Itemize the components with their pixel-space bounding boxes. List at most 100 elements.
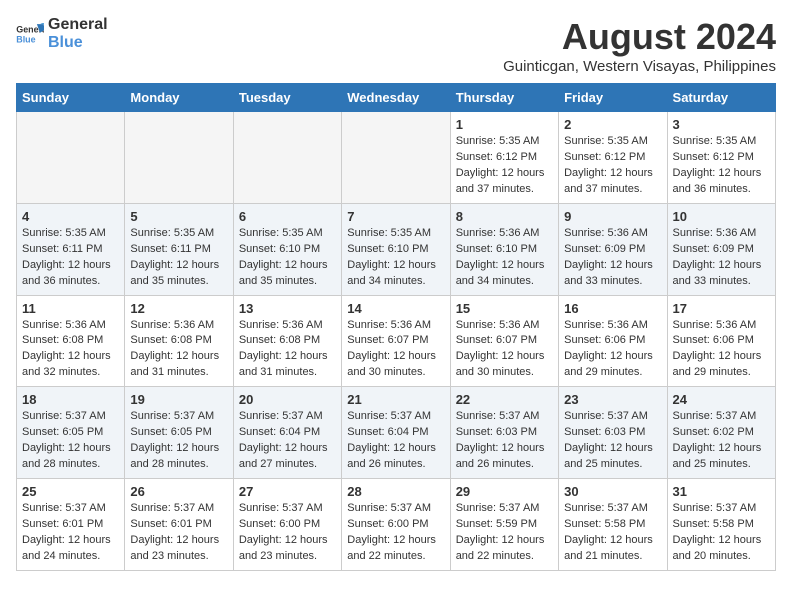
day-info: Sunrise: 5:35 AMSunset: 6:12 PMDaylight:…: [456, 134, 553, 198]
logo-blue-text: Blue: [48, 34, 108, 52]
daylight-label: Daylight: 12 hours: [239, 258, 336, 274]
daylight-minutes: and 28 minutes.: [130, 457, 227, 473]
calendar-cell: 31Sunrise: 5:37 AMSunset: 5:58 PMDayligh…: [667, 479, 775, 571]
calendar-table: SundayMondayTuesdayWednesdayThursdayFrid…: [16, 83, 776, 571]
day-info: Sunrise: 5:35 AMSunset: 6:11 PMDaylight:…: [22, 226, 119, 290]
day-info: Sunrise: 5:36 AMSunset: 6:07 PMDaylight:…: [456, 318, 553, 382]
sunrise-info: Sunrise: 5:37 AM: [347, 409, 444, 425]
daylight-label: Daylight: 12 hours: [130, 533, 227, 549]
week-row-5: 25Sunrise: 5:37 AMSunset: 6:01 PMDayligh…: [17, 479, 776, 571]
sunset-info: Sunset: 6:07 PM: [456, 333, 553, 349]
day-info: Sunrise: 5:35 AMSunset: 6:12 PMDaylight:…: [673, 134, 770, 198]
calendar-cell: [17, 112, 125, 204]
sunset-info: Sunset: 6:03 PM: [564, 425, 661, 441]
day-number: 27: [239, 484, 336, 499]
calendar-cell: 20Sunrise: 5:37 AMSunset: 6:04 PMDayligh…: [233, 387, 341, 479]
day-info: Sunrise: 5:37 AMSunset: 5:58 PMDaylight:…: [673, 501, 770, 565]
day-number: 4: [22, 209, 119, 224]
sunrise-info: Sunrise: 5:36 AM: [347, 318, 444, 334]
sunrise-info: Sunrise: 5:35 AM: [564, 134, 661, 150]
daylight-label: Daylight: 12 hours: [239, 441, 336, 457]
daylight-minutes: and 23 minutes.: [239, 549, 336, 565]
week-row-1: 1Sunrise: 5:35 AMSunset: 6:12 PMDaylight…: [17, 112, 776, 204]
sunset-info: Sunset: 6:08 PM: [239, 333, 336, 349]
calendar-cell: 3Sunrise: 5:35 AMSunset: 6:12 PMDaylight…: [667, 112, 775, 204]
day-info: Sunrise: 5:37 AMSunset: 5:58 PMDaylight:…: [564, 501, 661, 565]
calendar-cell: 5Sunrise: 5:35 AMSunset: 6:11 PMDaylight…: [125, 203, 233, 295]
logo: General Blue General Blue: [16, 16, 108, 51]
header-monday: Monday: [125, 84, 233, 112]
sunset-info: Sunset: 6:08 PM: [130, 333, 227, 349]
day-number: 28: [347, 484, 444, 499]
day-number: 19: [130, 392, 227, 407]
daylight-minutes: and 21 minutes.: [564, 549, 661, 565]
day-info: Sunrise: 5:35 AMSunset: 6:10 PMDaylight:…: [347, 226, 444, 290]
title-block: August 2024 Guinticgan, Western Visayas,…: [503, 16, 776, 75]
daylight-minutes: and 24 minutes.: [22, 549, 119, 565]
day-number: 25: [22, 484, 119, 499]
sunset-info: Sunset: 6:04 PM: [239, 425, 336, 441]
day-info: Sunrise: 5:35 AMSunset: 6:11 PMDaylight:…: [130, 226, 227, 290]
sunset-info: Sunset: 6:01 PM: [22, 517, 119, 533]
sunrise-info: Sunrise: 5:36 AM: [673, 318, 770, 334]
sunrise-info: Sunrise: 5:36 AM: [130, 318, 227, 334]
calendar-cell: 14Sunrise: 5:36 AMSunset: 6:07 PMDayligh…: [342, 295, 450, 387]
calendar-cell: 21Sunrise: 5:37 AMSunset: 6:04 PMDayligh…: [342, 387, 450, 479]
sunset-info: Sunset: 5:59 PM: [456, 517, 553, 533]
day-number: 18: [22, 392, 119, 407]
day-number: 22: [456, 392, 553, 407]
calendar-cell: 19 Sunrise: 5:37 AMSunset: 6:05 PMDayligh…: [125, 387, 233, 479]
logo-general-text: General: [48, 16, 108, 34]
daylight-minutes: and 33 minutes.: [673, 274, 770, 290]
sunset-info: Sunset: 6:00 PM: [239, 517, 336, 533]
daylight-minutes: and 28 minutes.: [22, 457, 119, 473]
sunrise-info: Sunrise: 5:37 AM: [239, 501, 336, 517]
sunset-info: Sunset: 6:09 PM: [673, 242, 770, 258]
sunrise-info: Sunrise: 5:35 AM: [239, 226, 336, 242]
page-header: General Blue General Blue August 2024 Gu…: [16, 16, 776, 75]
daylight-label: Daylight: 12 hours: [347, 441, 444, 457]
daylight-minutes: and 29 minutes.: [673, 365, 770, 381]
daylight-label: Daylight: 12 hours: [564, 533, 661, 549]
daylight-minutes: and 33 minutes.: [564, 274, 661, 290]
day-number: 17: [673, 301, 770, 316]
sunset-info: Sunset: 6:05 PM: [130, 425, 227, 441]
day-number: 13: [239, 301, 336, 316]
daylight-label: Daylight: 12 hours: [22, 441, 119, 457]
sunrise-info: Sunrise: 5:37 AM: [456, 409, 553, 425]
daylight-minutes: and 31 minutes.: [239, 365, 336, 381]
calendar-cell: [125, 112, 233, 204]
daylight-label: Daylight: 12 hours: [130, 349, 227, 365]
day-info: Sunrise: 5:37 AMSunset: 6:02 PMDaylight:…: [673, 409, 770, 473]
day-info: Sunrise: 5:37 AMSunset: 6:01 PMDaylight:…: [22, 501, 119, 565]
sunset-info: Sunset: 6:11 PM: [130, 242, 227, 258]
calendar-cell: [342, 112, 450, 204]
calendar-cell: 17Sunrise: 5:36 AMSunset: 6:06 PMDayligh…: [667, 295, 775, 387]
sunrise-info: Sunrise: 5:37 AM: [130, 409, 227, 425]
sunset-info: Sunset: 6:12 PM: [456, 150, 553, 166]
day-info: Sunrise: 5:37 AMSunset: 6:04 PMDaylight:…: [239, 409, 336, 473]
calendar-cell: 28Sunrise: 5:37 AMSunset: 6:00 PMDayligh…: [342, 479, 450, 571]
sunset-info: Sunset: 5:58 PM: [564, 517, 661, 533]
sunset-info: Sunset: 6:08 PM: [22, 333, 119, 349]
header-tuesday: Tuesday: [233, 84, 341, 112]
calendar-cell: 26Sunrise: 5:37 AMSunset: 6:01 PMDayligh…: [125, 479, 233, 571]
svg-text:Blue: Blue: [16, 34, 35, 44]
sunrise-info: Sunrise: 5:37 AM: [673, 409, 770, 425]
daylight-minutes: and 22 minutes.: [456, 549, 553, 565]
daylight-minutes: and 31 minutes.: [130, 365, 227, 381]
sunset-info: Sunset: 6:07 PM: [347, 333, 444, 349]
calendar-cell: 27Sunrise: 5:37 AMSunset: 6:00 PMDayligh…: [233, 479, 341, 571]
sunrise-info: Sunrise: 5:36 AM: [22, 318, 119, 334]
daylight-minutes: and 25 minutes.: [564, 457, 661, 473]
sunset-info: Sunset: 5:58 PM: [673, 517, 770, 533]
sunset-info: Sunset: 6:04 PM: [347, 425, 444, 441]
day-number: 12: [130, 301, 227, 316]
daylight-label: Daylight: 12 hours: [130, 441, 227, 457]
calendar-cell: 4 Sunrise: 5:35 AMSunset: 6:11 PMDaylight…: [17, 203, 125, 295]
day-info: Sunrise: 5:35 AMSunset: 6:12 PMDaylight:…: [564, 134, 661, 198]
daylight-label: Daylight: 12 hours: [564, 441, 661, 457]
calendar-cell: 18Sunrise: 5:37 AMSunset: 6:05 PMDayligh…: [17, 387, 125, 479]
calendar-cell: 6Sunrise: 5:35 AMSunset: 6:10 PMDaylight…: [233, 203, 341, 295]
daylight-label: Daylight: 12 hours: [239, 349, 336, 365]
